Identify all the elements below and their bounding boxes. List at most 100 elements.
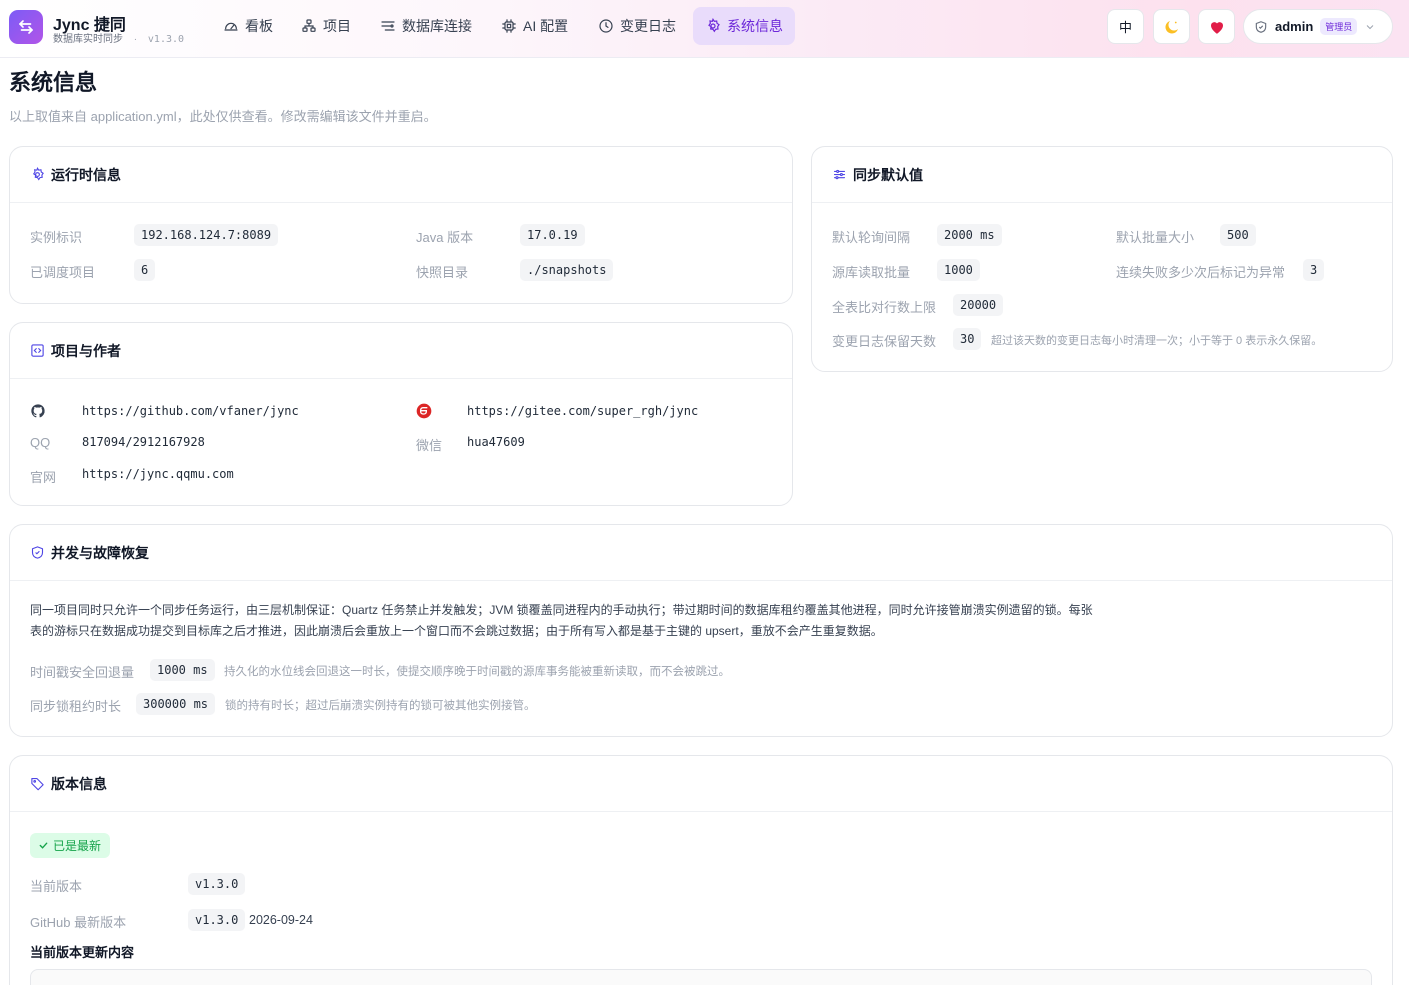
lock-lease-note: 锁的持有时长；超过后崩溃实例持有的锁可被其他实例接管。 xyxy=(225,700,536,712)
sliders-icon xyxy=(833,169,846,180)
card-title: 版本信息 xyxy=(51,775,107,792)
card-header: 同步默认值 xyxy=(812,147,1392,203)
qq-value: 817094/2912167928 xyxy=(82,435,205,449)
java-version-value: 17.0.19 xyxy=(520,224,585,246)
compare-limit-value: 20000 xyxy=(953,294,1004,316)
java-version-label: Java 版本 xyxy=(416,230,474,245)
nav-item-changelog[interactable]: 变更日志 xyxy=(586,7,688,45)
concurrency-description: 同一项目同时只允许一个同步任务运行，由三层机制保证：Quartz 任务禁止并发触… xyxy=(30,603,1093,638)
card-header: 运行时信息 xyxy=(10,147,792,203)
nav-label: AI 配置 xyxy=(523,18,569,34)
nav-label: 系统信息 xyxy=(727,18,783,34)
read-batch-value: 1000 xyxy=(937,259,980,281)
concurrency-recovery-card: 并发与故障恢复 同一项目同时只允许一个同步任务运行，由三层机制保证：Quartz… xyxy=(9,524,1393,737)
nav-item-dashboard[interactable]: 看板 xyxy=(211,7,285,45)
role-badge: 管理员 xyxy=(1320,18,1358,35)
username: admin xyxy=(1275,19,1314,34)
brand-version: v1.3.0 xyxy=(147,34,185,45)
batch-size-value: 500 xyxy=(1220,224,1256,246)
nav-label: 变更日志 xyxy=(620,18,676,34)
nav-item-projects[interactable]: 项目 xyxy=(289,7,363,45)
scheduled-projects-label: 已调度项目 xyxy=(30,265,96,280)
card-title: 并发与故障恢复 xyxy=(51,544,149,561)
project-icon xyxy=(302,19,316,32)
gear-icon xyxy=(708,18,720,33)
user-menu[interactable]: admin 管理员 xyxy=(1243,9,1393,44)
current-version-value: v1.3.0 xyxy=(188,873,246,895)
log-retention-note: 超过该天数的变更日志每小时清理一次；小于等于 0 表示永久保留。 xyxy=(991,335,1323,347)
card-header: 并发与故障恢复 xyxy=(10,525,1392,581)
up-to-date-badge: 已是最新 xyxy=(30,833,111,858)
card-header: 项目与作者 xyxy=(10,323,792,379)
shield-check-icon xyxy=(31,546,44,559)
current-version-label: 当前版本 xyxy=(30,879,83,894)
project-author-card: 项目与作者 https://github.com/vfaner/jync htt… xyxy=(9,322,793,506)
nav-label: 看板 xyxy=(245,18,273,34)
timestamp-rollback-label: 时间戳安全回退量 xyxy=(30,665,135,680)
latest-version-date: 2026-09-24 xyxy=(249,913,313,927)
language-toggle-button[interactable]: 中 xyxy=(1107,9,1144,44)
latest-version-value: v1.3.0 xyxy=(188,909,246,931)
sync-defaults-card: 同步默认值 默认轮询间隔 2000 ms 默认批量大小 500 源库读取批量 1… xyxy=(811,146,1393,372)
scheduled-projects-value: 6 xyxy=(134,259,156,281)
instance-label: 实例标识 xyxy=(30,230,83,245)
batch-size-label: 默认批量大小 xyxy=(1116,230,1195,245)
changelog-title: 当前版本更新内容 xyxy=(30,945,135,960)
nav-item-ai-config[interactable]: AI 配置 xyxy=(489,7,580,45)
nav-item-db-connections[interactable]: 数据库连接 xyxy=(368,7,484,45)
card-title: 运行时信息 xyxy=(51,166,121,183)
brand-logo[interactable] xyxy=(9,10,43,44)
moon-icon xyxy=(1164,20,1178,34)
wechat-label: 微信 xyxy=(416,438,443,453)
check-icon xyxy=(39,842,48,849)
qq-label: QQ xyxy=(30,435,51,450)
log-retention-label: 变更日志保留天数 xyxy=(832,334,937,349)
lock-lease-label: 同步锁租约时长 xyxy=(30,699,122,714)
poll-interval-value: 2000 ms xyxy=(937,224,1002,246)
nav-label: 数据库连接 xyxy=(402,18,472,34)
page-description: 以上取值来自 application.yml，此处仅供查看。修改需编辑该文件并重… xyxy=(9,109,437,124)
card-header: 版本信息 xyxy=(10,756,1392,812)
poll-interval-label: 默认轮询间隔 xyxy=(832,230,911,245)
top-header: Jync 捷同 数据库实时同步 · v1.3.0 看板 项目 数据库连接 AI … xyxy=(0,0,1409,58)
brand-subtitle: 数据库实时同步 · v1.3.0 xyxy=(53,30,184,45)
version-info-card: 版本信息 已是最新 当前版本 v1.3.0 GitHub 最新版本 v1.3.0… xyxy=(9,755,1393,985)
github-link[interactable]: https://github.com/vfaner/jync xyxy=(82,404,299,418)
page-title: 系统信息 xyxy=(9,70,98,95)
code-icon xyxy=(31,344,44,357)
instance-value: 192.168.124.7:8089 xyxy=(134,224,279,246)
database-connection-icon xyxy=(381,21,395,31)
read-batch-label: 源库读取批量 xyxy=(832,265,911,280)
card-title: 同步默认值 xyxy=(853,166,923,183)
compare-limit-label: 全表比对行数上限 xyxy=(832,300,937,315)
runtime-info-card: 运行时信息 实例标识 192.168.124.7:8089 Java 版本 17… xyxy=(9,146,793,304)
heart-icon xyxy=(1210,21,1223,34)
theme-toggle-button[interactable] xyxy=(1153,9,1190,44)
ai-chip-icon xyxy=(502,19,516,33)
website-link[interactable]: https://jync.qqmu.com xyxy=(82,467,234,481)
brand-separator: · xyxy=(133,34,138,45)
brand-subtitle-text: 数据库实时同步 xyxy=(53,34,123,45)
github-icon xyxy=(31,404,45,418)
snapshot-dir-label: 快照目录 xyxy=(416,265,469,280)
changelog-content xyxy=(30,969,1372,985)
timestamp-rollback-note: 持久化的水位线会回退这一时长，使提交顺序晚于时间戳的源库事务能被重新读取，而不会… xyxy=(224,666,730,678)
favorite-button[interactable] xyxy=(1198,9,1235,44)
clock-icon xyxy=(599,19,613,33)
card-title: 项目与作者 xyxy=(51,342,121,359)
language-label: 中 xyxy=(1118,20,1132,35)
dashboard-icon xyxy=(224,22,238,31)
lock-lease-value: 300000 ms xyxy=(136,693,216,715)
fail-threshold-value: 3 xyxy=(1303,259,1325,281)
gitee-link[interactable]: https://gitee.com/super_rgh/jync xyxy=(467,404,698,418)
chevron-down-icon xyxy=(1366,24,1374,29)
shield-icon xyxy=(1255,20,1267,33)
cpu-icon xyxy=(32,167,44,181)
timestamp-rollback-value: 1000 ms xyxy=(150,659,215,681)
log-retention-value: 30 xyxy=(953,328,982,350)
nav-label: 项目 xyxy=(323,18,351,34)
fail-threshold-label: 连续失败多少次后标记为异常 xyxy=(1116,265,1286,280)
nav-item-system-info[interactable]: 系统信息 xyxy=(693,7,795,45)
tag-icon xyxy=(31,777,44,791)
sync-arrows-icon xyxy=(19,20,33,34)
